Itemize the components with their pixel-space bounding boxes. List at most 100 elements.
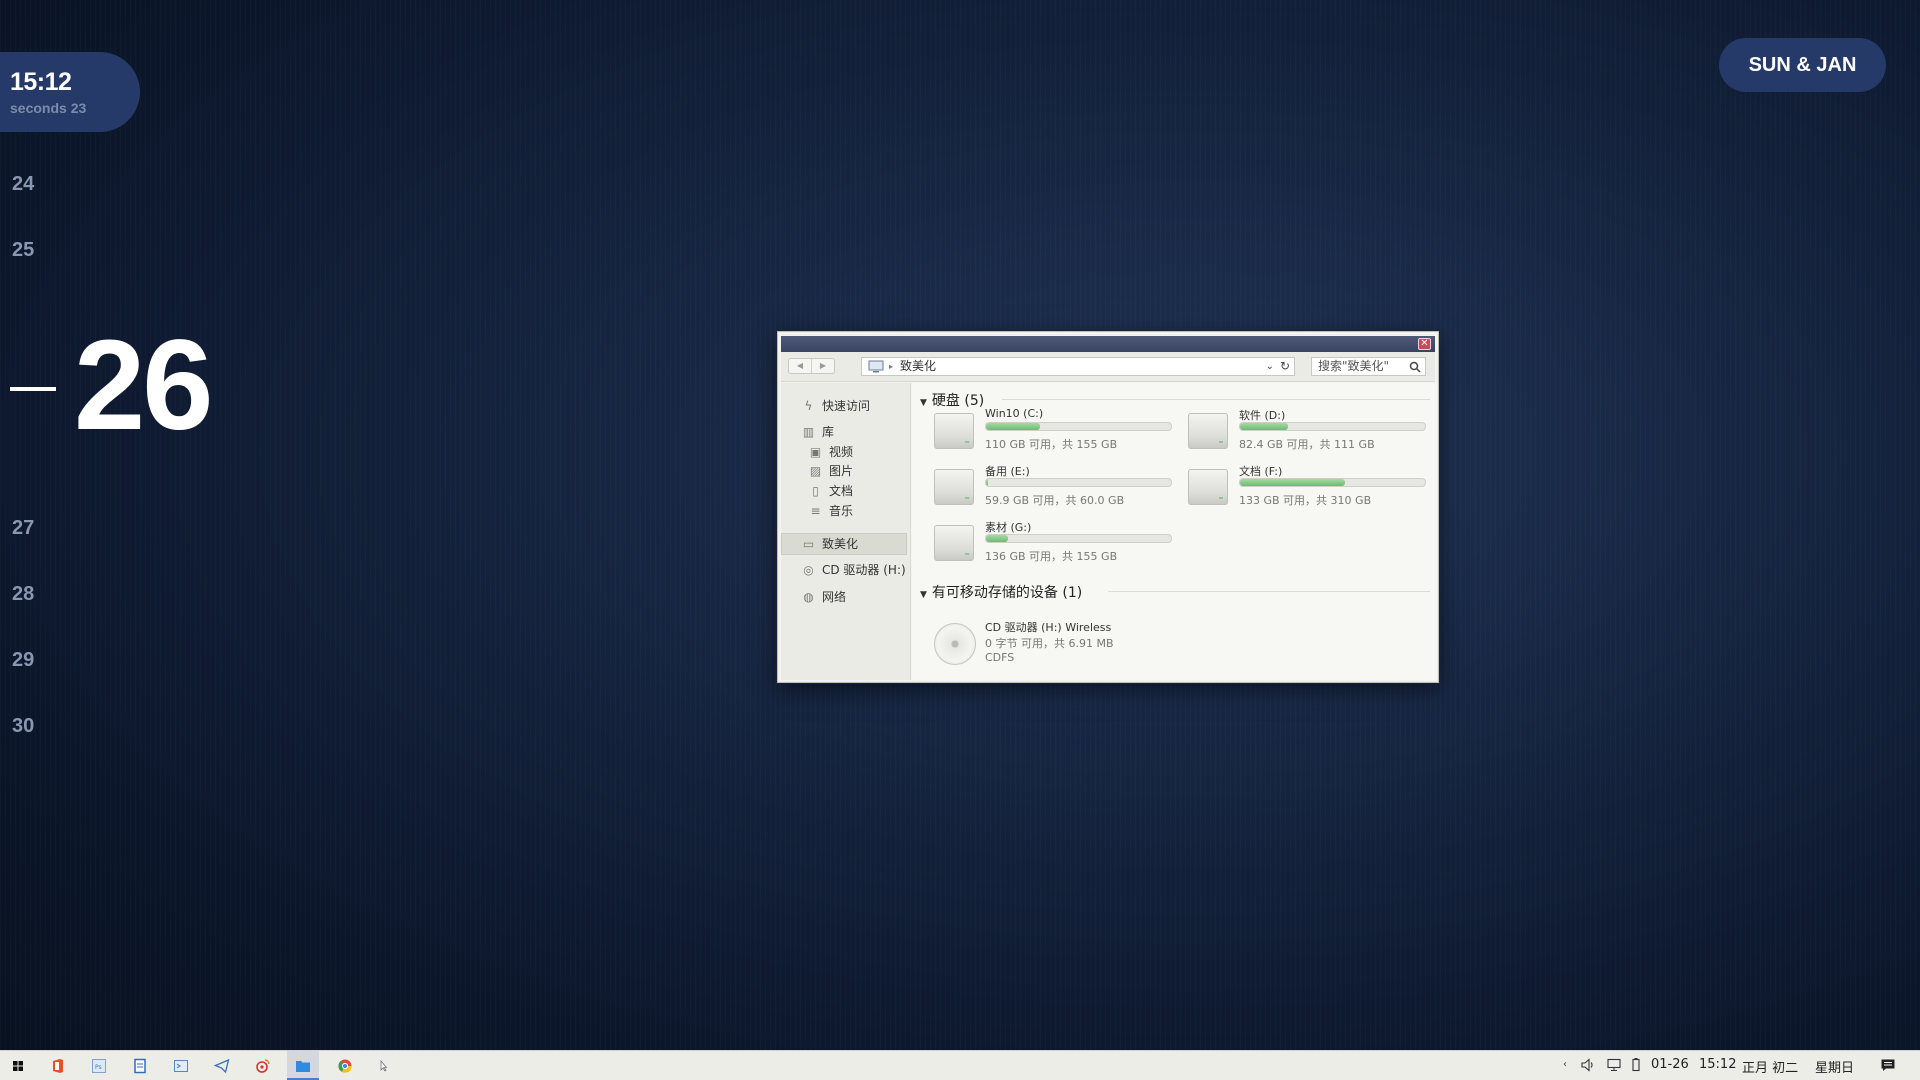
chrome-icon: [338, 1059, 352, 1073]
volume-icon[interactable]: [1580, 1057, 1596, 1077]
drive-usage-bar: [985, 478, 1172, 487]
drive-space-info: 133 GB 可用，共 310 GB: [1239, 494, 1372, 507]
day-number: 27: [12, 517, 35, 539]
cd-disc-icon: [934, 623, 976, 665]
drive-item[interactable]: Win10 (C:) 110 GB 可用，共 155 GB: [934, 407, 1174, 457]
drive-name: 备用 (E:): [985, 465, 1030, 478]
monitor-network-icon: [1607, 1058, 1621, 1071]
drive-name: 素材 (G:): [985, 521, 1032, 534]
computer-icon: [868, 360, 884, 373]
drive-item[interactable]: 素材 (G:) 136 GB 可用，共 155 GB: [934, 519, 1174, 569]
nav-videos[interactable]: ▣ 视频: [808, 444, 853, 460]
drive-item[interactable]: 软件 (D:) 82.4 GB 可用，共 111 GB: [1188, 407, 1428, 457]
tray-time[interactable]: 15:12: [1699, 1057, 1736, 1072]
drive-usage-bar: [1239, 422, 1426, 431]
window-titlebar[interactable]: ✕: [781, 336, 1435, 352]
battery-status-icon[interactable]: [1630, 1057, 1642, 1077]
close-button[interactable]: ✕: [1418, 338, 1431, 350]
day-number: 24: [12, 173, 35, 195]
taskbar-app-chrome[interactable]: [336, 1057, 354, 1075]
navigation-pane: ϟ 快速访问 ▥ 库 ▣ 视频 ▨ 图片 ▯ 文档 ≡ 音乐 ▭ 致美化 ◎ CD 驱动器 (H…: [781, 383, 911, 680]
group-header-removable[interactable]: ▼ 有可移动存储的设备 (1): [920, 582, 1082, 602]
clock-time: 15:12: [10, 68, 72, 96]
taskbar-app-photoshop[interactable]: Ps: [90, 1057, 108, 1075]
tray-lunar-date[interactable]: 正月 初二: [1742, 1057, 1798, 1076]
nav-label: 库: [822, 425, 835, 439]
nav-label: CD 驱动器 (H:): [822, 563, 906, 577]
drive-item[interactable]: 文档 (F:) 133 GB 可用，共 310 GB: [1188, 463, 1428, 513]
drive-space-info: 59.9 GB 可用，共 60.0 GB: [985, 494, 1125, 507]
video-icon: ▣: [809, 445, 822, 459]
hard-drive-icon: [1188, 413, 1228, 449]
current-day: 26: [74, 314, 213, 457]
cd-drive-filesystem: CDFS: [985, 651, 1015, 664]
nav-library[interactable]: ▥ 库: [801, 424, 834, 440]
network-status-icon[interactable]: [1606, 1057, 1622, 1077]
hard-drive-icon: [934, 413, 974, 449]
document-icon: ▯: [812, 484, 819, 498]
refresh-icon[interactable]: ↻: [1280, 358, 1290, 375]
taskbar-app-notepad[interactable]: [131, 1057, 149, 1075]
address-dropdown-icon[interactable]: ⌄: [1266, 358, 1274, 375]
hard-drive-icon: [934, 525, 974, 561]
drive-space-info: 110 GB 可用，共 155 GB: [985, 438, 1118, 451]
collapse-triangle-icon: ▼: [920, 590, 927, 600]
nav-label: 网络: [822, 590, 847, 604]
group-divider: [1108, 591, 1430, 592]
drive-usage-fill: [986, 535, 1009, 542]
group-header-label: 有可移动存储的设备 (1): [931, 585, 1083, 601]
address-path[interactable]: 致美化: [900, 358, 936, 375]
nav-music[interactable]: ≡ 音乐: [808, 503, 853, 519]
speaker-icon: [1581, 1058, 1593, 1072]
nav-label: 文档: [829, 484, 854, 498]
taskbar: Ps ‹ 01-26 15:12 正月 初二 星期日: [0, 1050, 1920, 1080]
action-center-button[interactable]: [1880, 1057, 1896, 1077]
drive-name: 文档 (F:): [1239, 465, 1283, 478]
nav-pictures[interactable]: ▨ 图片: [808, 463, 853, 479]
nav-buttons: ◀ ▶: [788, 358, 835, 374]
nav-label: 快速访问: [822, 399, 871, 413]
telegram-icon: [214, 1058, 230, 1074]
pointer-icon: [380, 1059, 388, 1072]
explorer-toolbar: ◀ ▶ ▸ 致美化 ⌄ ↻ 搜索"致美化": [781, 352, 1435, 382]
clock-widget: 15:12 seconds 23: [0, 52, 140, 132]
cd-icon: ◎: [803, 563, 814, 577]
nav-cd-drive[interactable]: ◎ CD 驱动器 (H:): [801, 562, 906, 578]
tray-overflow-chevron-icon[interactable]: ‹: [1563, 1059, 1567, 1070]
nav-documents[interactable]: ▯ 文档: [808, 483, 853, 499]
forward-button[interactable]: ▶: [811, 359, 834, 373]
taskbar-app-telegram[interactable]: [213, 1057, 231, 1075]
nav-label: 视频: [829, 445, 854, 459]
collapse-triangle-icon: ▼: [920, 398, 927, 408]
cd-drive-name: CD 驱动器 (H:) Wireless: [985, 621, 1112, 634]
taskbar-app-file-explorer[interactable]: [294, 1057, 312, 1075]
address-bar[interactable]: ▸ 致美化 ⌄ ↻: [861, 357, 1295, 376]
weibo-icon: [256, 1059, 270, 1073]
tray-weekday[interactable]: 星期日: [1815, 1057, 1854, 1076]
start-button[interactable]: [9, 1057, 27, 1075]
search-icon[interactable]: [1409, 361, 1421, 373]
taskbar-app-weibo[interactable]: [254, 1057, 272, 1075]
file-explorer-icon: [296, 1061, 310, 1072]
drive-name: 软件 (D:): [1239, 409, 1286, 422]
close-icon: ✕: [1420, 338, 1429, 349]
explorer-window: ✕ ◀ ▶ ▸ 致美化 ⌄ ↻ 搜索"致美化" ϟ 快速访问 ▥ 库 ▣ 视频 …: [777, 331, 1439, 683]
taskbar-app-pointer[interactable]: [374, 1057, 392, 1075]
cd-drive-item[interactable]: CD 驱动器 (H:) Wireless 0 字节 可用，共 6.91 MB C…: [934, 619, 1194, 669]
taskbar-app-terminal[interactable]: [172, 1057, 190, 1075]
taskbar-app-office[interactable]: [49, 1057, 67, 1075]
globe-icon: ◍: [803, 590, 814, 604]
day-number: 30: [12, 715, 35, 737]
nav-network[interactable]: ◍ 网络: [801, 589, 846, 605]
back-button[interactable]: ◀: [789, 359, 811, 373]
drive-item[interactable]: 备用 (E:) 59.9 GB 可用，共 60.0 GB: [934, 463, 1174, 513]
current-day-marker: [10, 387, 56, 391]
day-number: 25: [12, 239, 35, 261]
svg-text:Ps: Ps: [95, 1064, 102, 1071]
drive-space-info: 136 GB 可用，共 155 GB: [985, 550, 1118, 563]
drive-name: Win10 (C:): [985, 407, 1044, 420]
nav-quick-access[interactable]: ϟ 快速访问: [801, 398, 870, 414]
tray-date[interactable]: 01-26: [1651, 1057, 1689, 1072]
nav-this-pc[interactable]: ▭ 致美化: [801, 536, 858, 552]
search-input[interactable]: 搜索"致美化": [1311, 357, 1426, 376]
